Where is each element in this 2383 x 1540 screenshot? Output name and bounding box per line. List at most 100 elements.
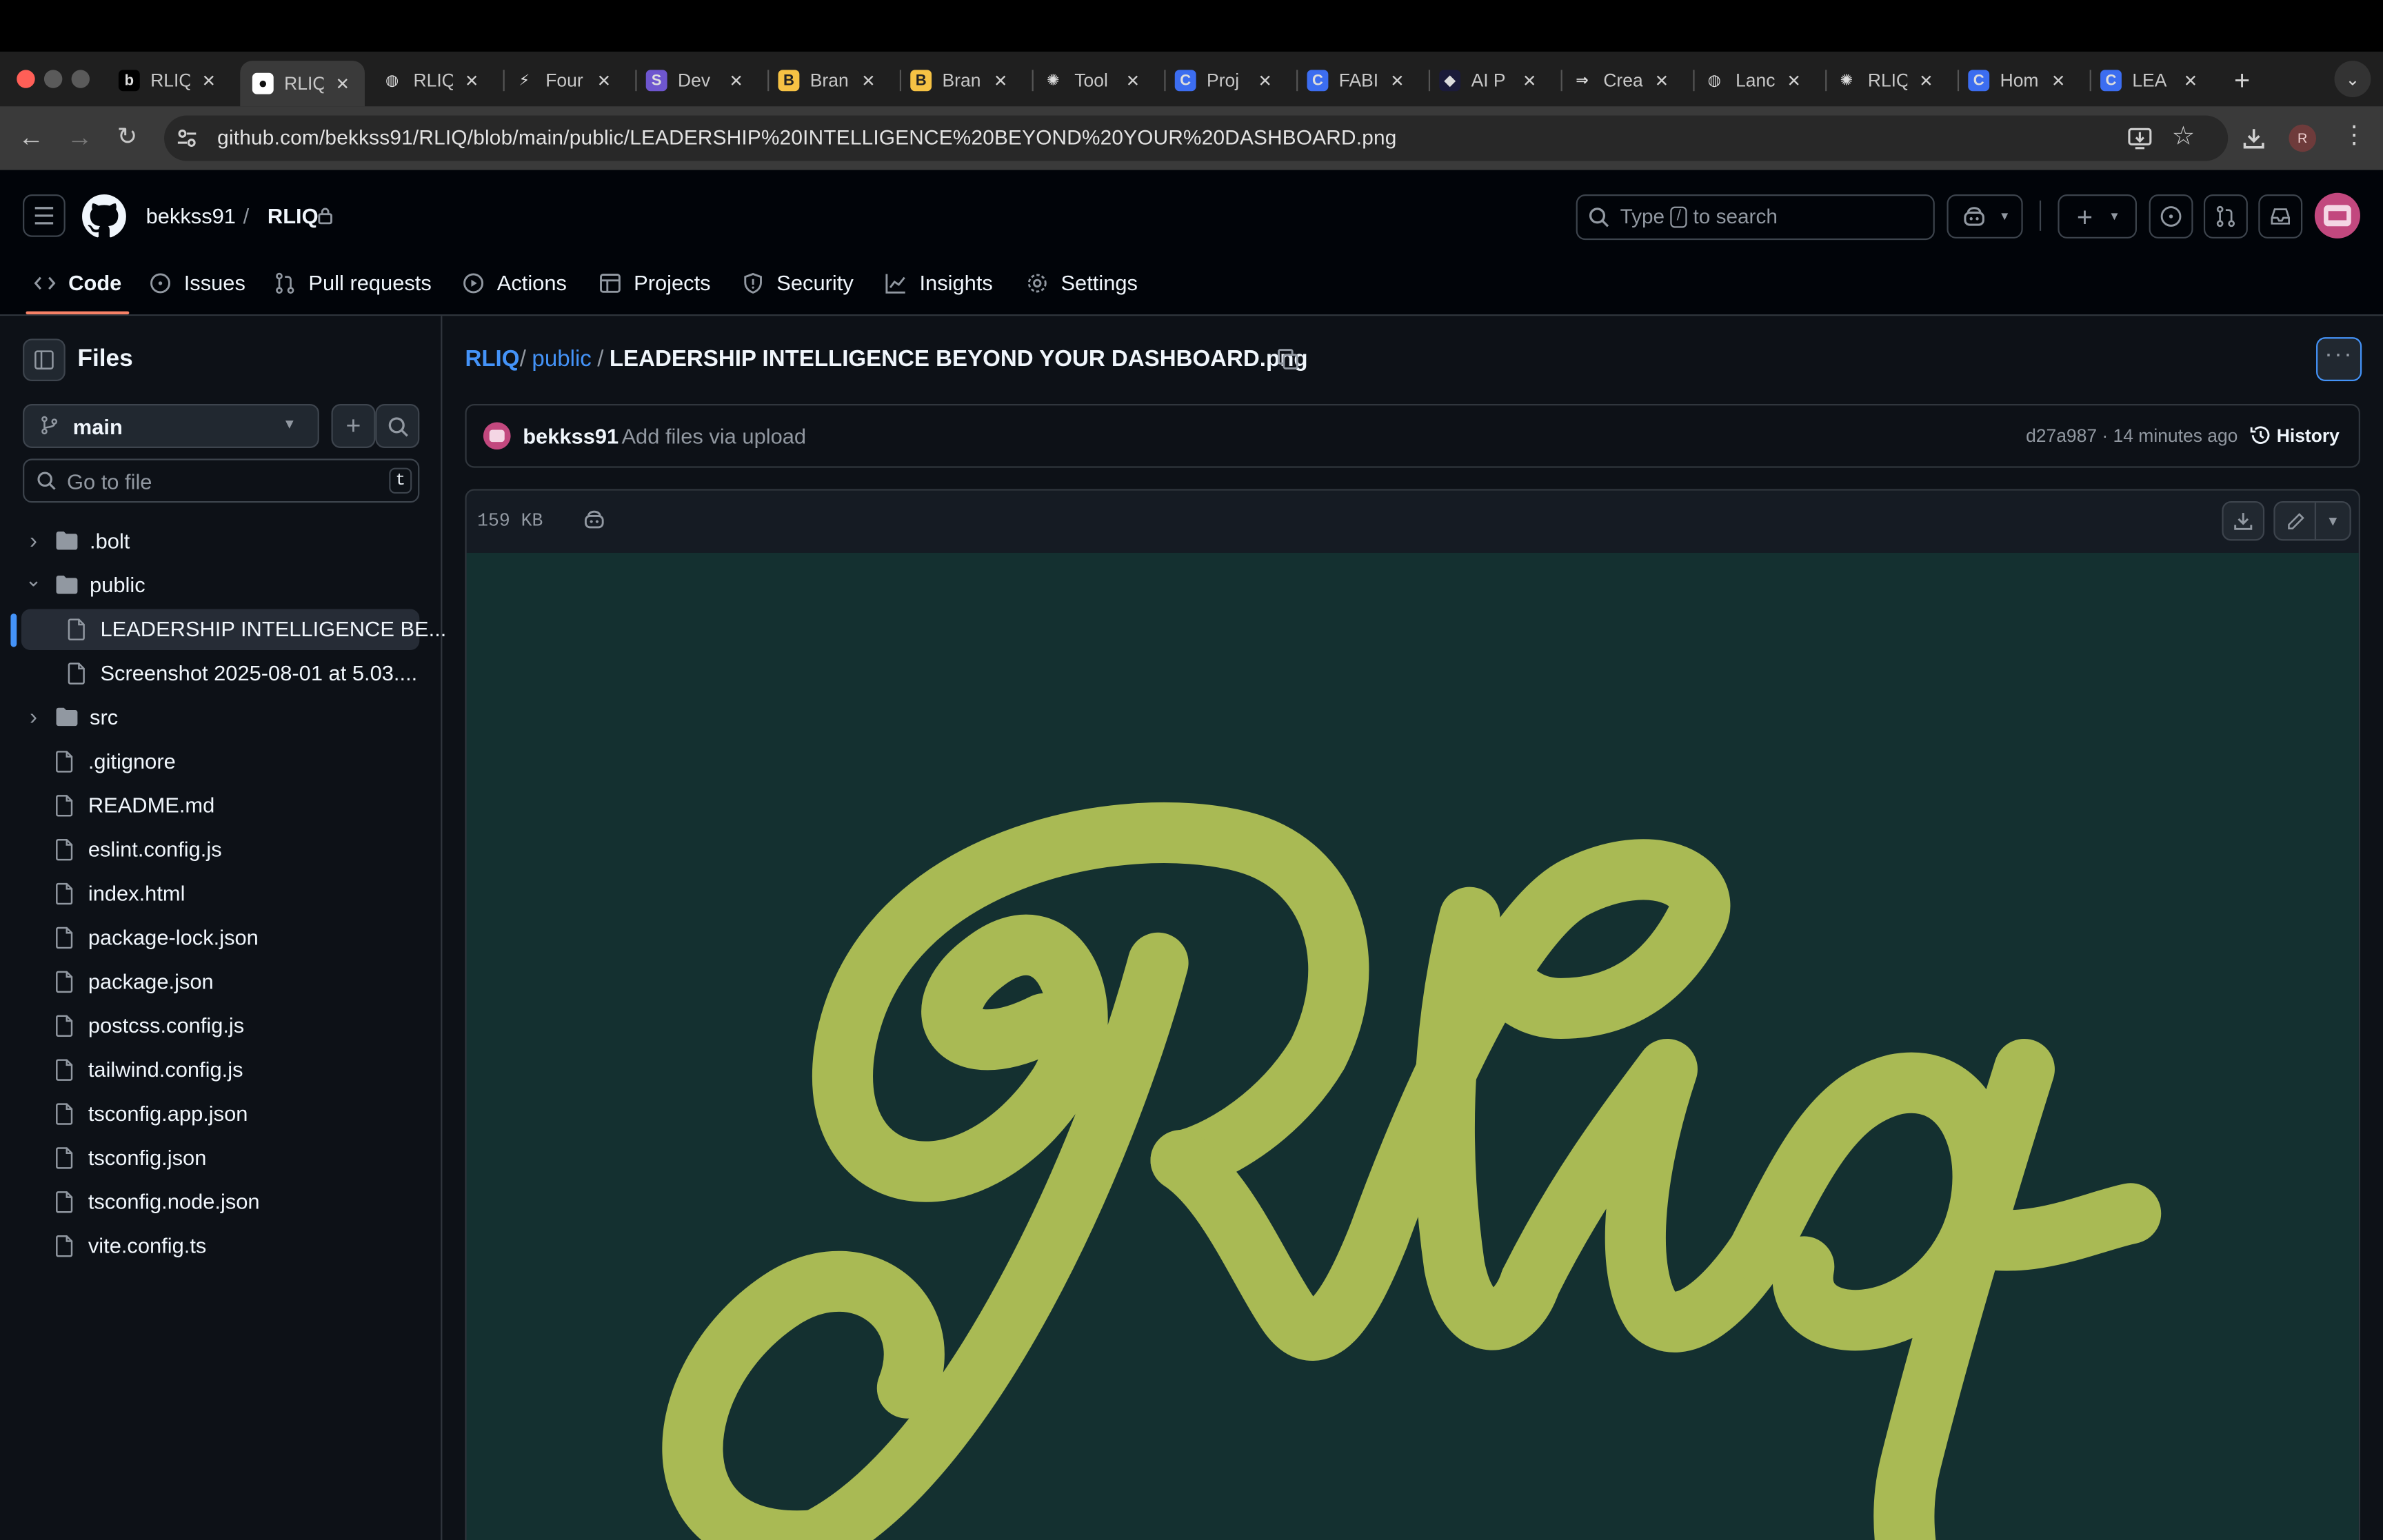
chevron-right-icon[interactable]: › (24, 704, 42, 729)
tree-folder[interactable]: › src (24, 697, 118, 736)
browser-tab[interactable]: B Bran ✕ (904, 61, 1023, 100)
site-info-icon[interactable] (174, 126, 199, 150)
copy-path-icon[interactable] (1276, 348, 1299, 371)
new-tab-icon[interactable]: + (2234, 65, 2250, 97)
close-tab-icon[interactable]: ✕ (597, 70, 611, 90)
breadcrumb-folder[interactable]: public (532, 346, 591, 372)
close-tab-icon[interactable]: ✕ (1522, 70, 1536, 90)
url-text[interactable]: github.com/bekkss91/RLIQ/blob/main/publi… (217, 126, 1396, 149)
tree-file[interactable]: package.json (54, 962, 214, 1001)
edit-file-button[interactable] (2273, 501, 2317, 541)
download-raw-button[interactable] (2222, 501, 2265, 541)
browser-tab[interactable]: ⇒ Crea ✕ (1565, 61, 1684, 100)
tree-file[interactable]: README.md (54, 785, 214, 824)
close-tab-icon[interactable]: ✕ (336, 74, 350, 93)
commit-author[interactable]: bekkss91 (523, 424, 619, 448)
history-link[interactable]: History (2277, 425, 2340, 447)
collapse-sidebar-button[interactable] (23, 338, 66, 382)
tree-file[interactable]: .gitignore (54, 741, 176, 780)
user-avatar[interactable] (2314, 192, 2360, 239)
install-app-icon[interactable] (2128, 126, 2152, 150)
breadcrumb-repo[interactable]: RLIQ (465, 346, 519, 372)
tab-search-icon[interactable]: ⌄ (2334, 61, 2371, 98)
maximize-window-icon[interactable] (71, 70, 90, 88)
hamburger-menu-icon[interactable] (23, 194, 66, 237)
browser-tab[interactable]: b RLIQ ✕ (112, 61, 231, 100)
tab-actions[interactable]: Actions (462, 267, 567, 298)
close-tab-icon[interactable]: ✕ (729, 70, 743, 90)
close-tab-icon[interactable]: ✕ (2184, 70, 2198, 90)
tab-security[interactable]: Security (742, 267, 854, 298)
branch-selector[interactable] (23, 404, 319, 448)
profile-avatar[interactable]: R (2289, 124, 2317, 152)
tree-file[interactable]: tsconfig.node.json (54, 1182, 260, 1221)
tree-file[interactable]: LEADERSHIP INTELLIGENCE BE... (67, 609, 446, 648)
tree-file[interactable]: tsconfig.json (54, 1137, 206, 1177)
tree-file[interactable]: tsconfig.app.json (54, 1093, 248, 1133)
browser-tab[interactable]: ✺ RLIQ ✕ (1830, 61, 1949, 100)
search-files-button[interactable] (375, 404, 420, 448)
close-tab-icon[interactable]: ✕ (1787, 70, 1801, 90)
bookmark-star-icon[interactable]: ☆ (2172, 121, 2195, 152)
github-logo-icon[interactable] (82, 194, 126, 239)
close-tab-icon[interactable]: ✕ (861, 70, 875, 90)
more-options-button[interactable]: ··· (2316, 337, 2362, 382)
tab-insights[interactable]: Insights (885, 267, 993, 298)
browser-tab[interactable]: ⚡ Four ✕ (507, 61, 626, 100)
owner-link[interactable]: bekkss91 (146, 203, 236, 227)
browser-tab[interactable]: ◆ AI P ✕ (1433, 61, 1551, 100)
close-window-icon[interactable] (17, 70, 35, 88)
browser-tab[interactable]: ✺ Tool ✕ (1036, 61, 1155, 100)
close-tab-icon[interactable]: ✕ (1390, 70, 1404, 90)
tree-file[interactable]: vite.config.ts (54, 1226, 206, 1265)
browser-tab[interactable]: C Hom ✕ (1962, 61, 2080, 100)
tree-file[interactable]: postcss.config.js (54, 1006, 244, 1045)
tab-pull-requests[interactable]: Pull requests (274, 267, 432, 298)
browser-tab[interactable]: B Bran ✕ (772, 61, 891, 100)
tree-folder[interactable]: ⌄ public (24, 565, 145, 605)
chevron-right-icon[interactable]: › (24, 528, 42, 554)
tree-file[interactable]: eslint.config.js (54, 829, 222, 869)
close-tab-icon[interactable]: ✕ (1919, 70, 1933, 90)
copilot-icon[interactable] (582, 509, 606, 531)
browser-tab[interactable]: S Dev ✕ (640, 61, 758, 100)
browser-menu-icon[interactable]: ⋮ (2342, 121, 2366, 152)
browser-tab[interactable]: C LEA ✕ (2094, 61, 2213, 100)
download-icon[interactable] (2242, 126, 2266, 150)
close-tab-icon[interactable]: ✕ (1655, 70, 1669, 90)
repo-link[interactable]: RLIQ (268, 203, 319, 227)
browser-tab[interactable]: ◍ Lanc ✕ (1698, 61, 1816, 100)
issues-button[interactable] (2149, 194, 2193, 239)
reload-icon[interactable]: ↻ (117, 125, 138, 152)
inbox-button[interactable] (2258, 194, 2303, 239)
browser-tab[interactable]: C FABI ✕ (1301, 61, 1420, 100)
close-tab-icon[interactable]: ✕ (2051, 70, 2065, 90)
browser-tab[interactable]: C Proj ✕ (1169, 61, 1287, 100)
close-tab-icon[interactable]: ✕ (465, 70, 479, 90)
tab-projects[interactable]: Projects (599, 267, 711, 298)
close-tab-icon[interactable]: ✕ (202, 70, 216, 90)
create-new-button[interactable]: + ▾ (2058, 194, 2137, 239)
author-avatar[interactable] (483, 422, 511, 450)
tree-file[interactable]: tailwind.config.js (54, 1049, 243, 1088)
tree-file[interactable]: Screenshot 2025-08-01 at 5.03.... (67, 653, 417, 692)
close-tab-icon[interactable]: ✕ (994, 70, 1007, 90)
forward-icon[interactable]: → (67, 124, 92, 152)
browser-tab[interactable]: ● RLIQ ✕ (240, 61, 365, 107)
tree-file[interactable]: package-lock.json (54, 918, 259, 957)
close-tab-icon[interactable]: ✕ (1258, 70, 1272, 90)
browser-tab[interactable]: ◍ RLIQ ✕ (375, 61, 494, 100)
commit-message[interactable]: Add files via upload (621, 424, 806, 448)
tab-code[interactable]: Code (33, 267, 121, 298)
tab-issues[interactable]: Issues (149, 267, 245, 298)
minimize-window-icon[interactable] (43, 70, 63, 88)
tree-file[interactable]: index.html (54, 873, 185, 913)
add-file-button[interactable]: + (331, 404, 376, 448)
edit-dropdown-button[interactable]: ▼ (2314, 501, 2351, 541)
copilot-button[interactable]: ▾ (1947, 194, 2023, 239)
tree-folder[interactable]: › .bolt (24, 521, 130, 560)
commit-sha-time[interactable]: d27a987 · 14 minutes ago (2026, 425, 2238, 447)
pull-requests-button[interactable] (2203, 194, 2248, 239)
back-icon[interactable]: ← (18, 124, 43, 152)
tab-settings[interactable]: Settings (1026, 267, 1138, 298)
